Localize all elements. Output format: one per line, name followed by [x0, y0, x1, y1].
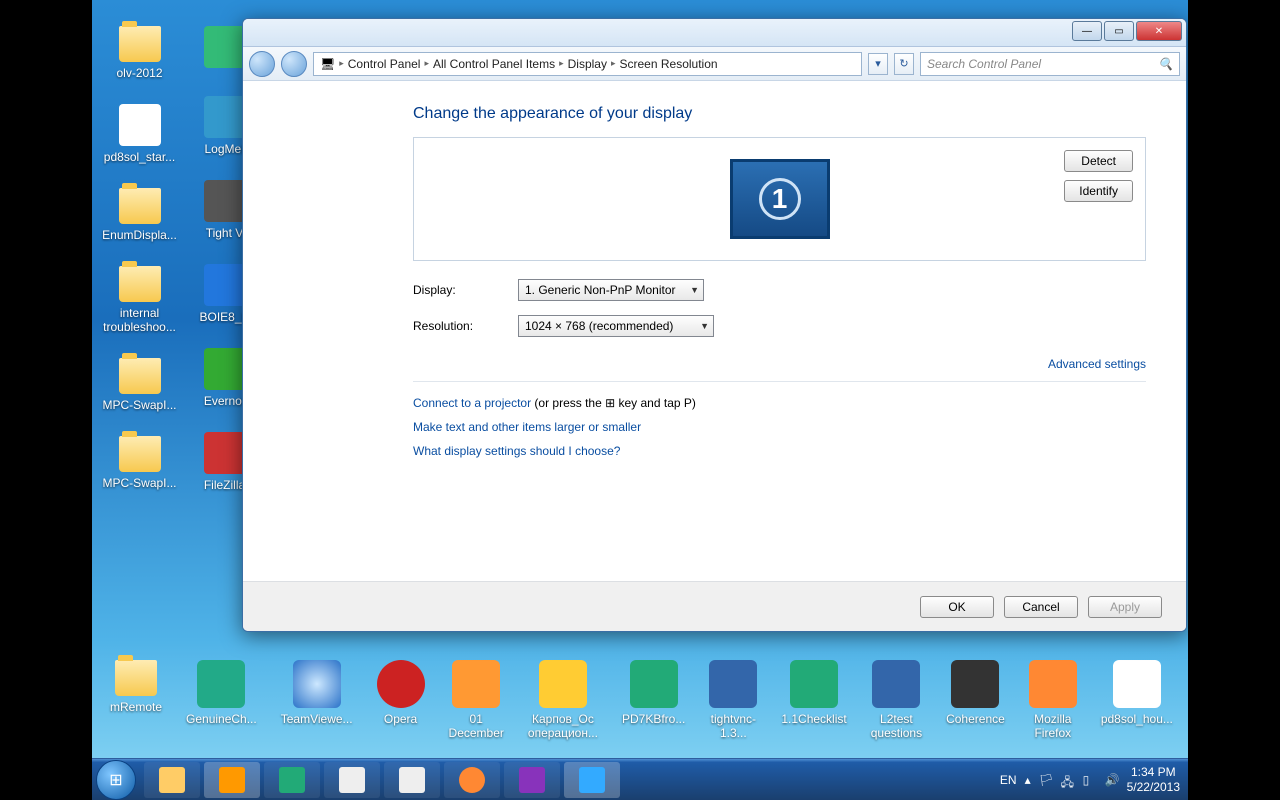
history-dropdown[interactable]: ▾	[868, 53, 888, 75]
taskbar-excel[interactable]	[264, 762, 320, 798]
desktop-icon[interactable]: Mozilla Firefox	[1029, 660, 1077, 740]
taskbar-pinned	[144, 762, 620, 798]
apply-button: Apply	[1088, 596, 1162, 618]
display-label: Display:	[413, 283, 518, 297]
taskbar: ⊞ EN ▴ 🏳 🖧 ▯ 🔊 1:34 PM 5/22/2013	[92, 758, 1188, 800]
back-button[interactable]	[249, 51, 275, 77]
search-icon: 🔍	[1158, 57, 1173, 71]
clock[interactable]: 1:34 PM 5/22/2013	[1127, 765, 1180, 794]
network-icon[interactable]: 🖧	[1061, 773, 1075, 787]
battery-icon[interactable]: ▯	[1083, 773, 1097, 787]
taskbar-outlook[interactable]	[204, 762, 260, 798]
search-input[interactable]: Search Control Panel 🔍	[920, 52, 1180, 76]
resolution-label: Resolution:	[413, 319, 518, 333]
cancel-button[interactable]: Cancel	[1004, 596, 1078, 618]
content-area: Change the appearance of your display 1 …	[243, 81, 1186, 458]
display-combo[interactable]: 1. Generic Non-PnP Monitor ▼	[518, 279, 704, 301]
display-value: 1. Generic Non-PnP Monitor	[525, 283, 676, 297]
advanced-settings-link[interactable]: Advanced settings	[1048, 357, 1146, 371]
desktop-icon[interactable]: tightvnc-1.3...	[709, 660, 757, 740]
search-placeholder: Search Control Panel	[927, 57, 1041, 71]
volume-icon[interactable]: 🔊	[1105, 773, 1119, 787]
close-button[interactable]: ✕	[1136, 21, 1182, 41]
ok-button[interactable]: OK	[920, 596, 994, 618]
desktop-icon[interactable]: GenuineCh...	[186, 660, 257, 740]
minimize-button[interactable]: —	[1072, 21, 1102, 41]
desktop-icons-bottom: mRemote GenuineCh... TeamViewe... Opera …	[110, 660, 1170, 740]
desktop-icon[interactable]: PD7KBfro...	[622, 660, 685, 740]
desktop-icon[interactable]: MPC-SwapI...	[102, 436, 177, 490]
tray-chevron-icon[interactable]: ▴	[1025, 773, 1031, 787]
desktop: olv-2012 pd8sol_star... EnumDispla... in…	[92, 0, 1188, 800]
computer-icon: 🖥	[320, 57, 335, 71]
lang-indicator[interactable]: EN	[1000, 773, 1017, 787]
desktop-icon[interactable]: pd8sol_hou...	[1101, 660, 1173, 740]
system-tray: EN ▴ 🏳 🖧 ▯ 🔊 1:34 PM 5/22/2013	[1000, 765, 1188, 794]
breadcrumb[interactable]: Control Panel	[348, 57, 421, 71]
maximize-button[interactable]: ▭	[1104, 21, 1134, 41]
desktop-icon[interactable]: mRemote	[110, 660, 162, 740]
chevron-down-icon: ▼	[690, 285, 699, 295]
forward-button[interactable]	[281, 51, 307, 77]
chevron-down-icon: ▼	[700, 321, 709, 331]
connect-suffix: (or press the ⊞ key and tap P)	[531, 396, 696, 410]
display-preview: 1 Detect Identify	[413, 137, 1146, 261]
desktop-icon[interactable]: Карпов_Ос операцион...	[528, 660, 598, 740]
control-panel-window: — ▭ ✕ 🖥 ▸ Control Panel ▸ All Control Pa…	[242, 18, 1187, 632]
larger-text-link[interactable]: Make text and other items larger or smal…	[413, 420, 641, 434]
desktop-icon[interactable]: 01 December	[449, 660, 504, 740]
windows-icon: ⊞	[109, 770, 122, 790]
taskbar-paint[interactable]	[384, 762, 440, 798]
desktop-icon[interactable]: pd8sol_star...	[102, 104, 177, 164]
clock-time: 1:34 PM	[1127, 765, 1180, 779]
clock-date: 5/22/2013	[1127, 780, 1180, 794]
refresh-button[interactable]: ↻	[894, 53, 914, 75]
resolution-value: 1024 × 768 (recommended)	[525, 319, 673, 333]
taskbar-onenote[interactable]	[504, 762, 560, 798]
desktop-icon[interactable]: L2test questions	[871, 660, 922, 740]
page-title: Change the appearance of your display	[413, 105, 1146, 123]
desktop-icon[interactable]: Opera	[377, 660, 425, 740]
desktop-icons-col1: olv-2012 pd8sol_star... EnumDispla... in…	[102, 26, 177, 514]
desktop-icon[interactable]: Coherence	[946, 660, 1005, 740]
address-row: 🖥 ▸ Control Panel ▸ All Control Panel It…	[243, 47, 1186, 81]
desktop-icon[interactable]: EnumDispla...	[102, 188, 177, 242]
titlebar[interactable]: — ▭ ✕	[243, 19, 1186, 47]
desktop-icon[interactable]: MPC-SwapI...	[102, 358, 177, 412]
breadcrumb[interactable]: All Control Panel Items	[433, 57, 555, 71]
resolution-combo[interactable]: 1024 × 768 (recommended) ▼	[518, 315, 714, 337]
taskbar-explorer[interactable]	[144, 762, 200, 798]
flag-icon[interactable]: 🏳	[1039, 773, 1053, 787]
monitor-icon[interactable]: 1	[730, 159, 830, 239]
identify-button[interactable]: Identify	[1064, 180, 1133, 202]
desktop-icon[interactable]: TeamViewe...	[281, 660, 353, 740]
help-link[interactable]: What display settings should I choose?	[413, 444, 620, 458]
connect-projector-link[interactable]: Connect to a projector	[413, 396, 531, 410]
taskbar-firefox[interactable]	[444, 762, 500, 798]
breadcrumb[interactable]: Screen Resolution	[620, 57, 718, 71]
dialog-buttons: OK Cancel Apply	[243, 581, 1186, 631]
address-bar[interactable]: 🖥 ▸ Control Panel ▸ All Control Panel It…	[313, 52, 862, 76]
desktop-icon[interactable]: internal troubleshoo...	[102, 266, 177, 334]
taskbar-controlpanel[interactable]	[564, 762, 620, 798]
start-button[interactable]: ⊞	[96, 760, 136, 800]
monitor-number: 1	[759, 178, 801, 220]
taskbar-notepad[interactable]	[324, 762, 380, 798]
breadcrumb[interactable]: Display	[568, 57, 607, 71]
detect-button[interactable]: Detect	[1064, 150, 1133, 172]
desktop-icon[interactable]: olv-2012	[102, 26, 177, 80]
desktop-icon[interactable]: 1.1Checklist	[781, 660, 846, 740]
